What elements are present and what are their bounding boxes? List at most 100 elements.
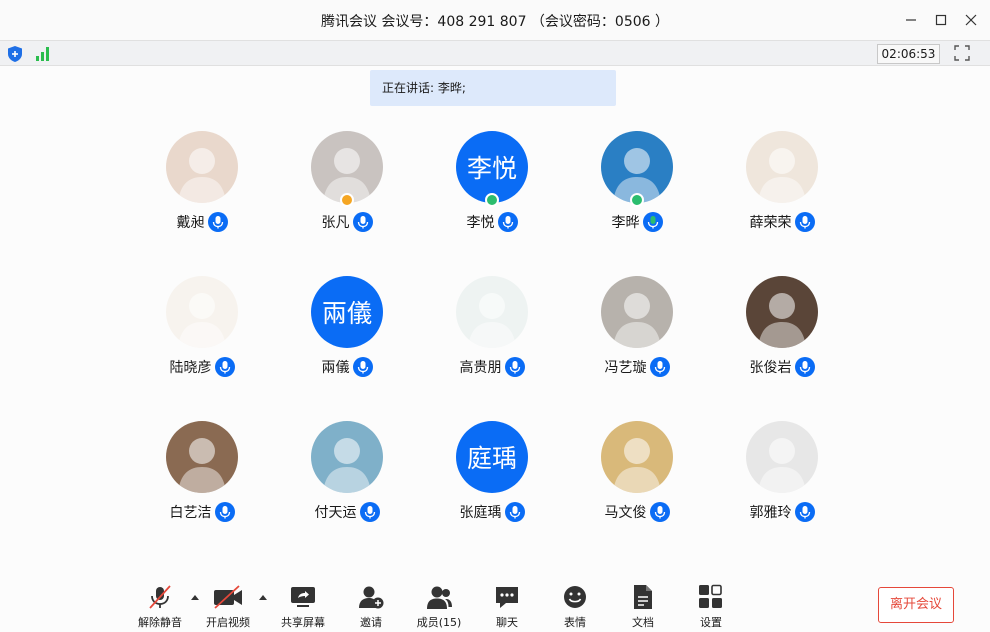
avatar: 兩儀 [311, 276, 383, 348]
person-silhouette-icon [178, 438, 226, 493]
role-badge [630, 193, 644, 207]
person-silhouette-icon [468, 293, 516, 348]
unmute-button[interactable]: 解除静音 [128, 582, 192, 632]
network-signal-button[interactable] [34, 45, 52, 67]
title-bar: 腾讯会议 会议号：408 291 807 （会议密码：0506 ） [0, 0, 990, 40]
active-speaker-banner: 正在讲话: 李晔; [370, 70, 616, 106]
avatar [166, 421, 238, 493]
settings-label: 设置 [700, 616, 722, 629]
microphone-icon [794, 502, 815, 522]
person-silhouette-icon [613, 438, 661, 493]
members-button[interactable]: 成员(15) [407, 582, 471, 632]
shield-icon [8, 46, 22, 62]
maximize-button[interactable] [929, 8, 953, 32]
microphone-icon [794, 212, 815, 232]
participant-name: 马文俊 [604, 505, 647, 521]
avatar [746, 131, 818, 203]
minimize-button[interactable] [899, 8, 923, 32]
window-title: 腾讯会议 会议号：408 291 807 （会议密码：0506 ） [320, 14, 670, 30]
documents-button[interactable]: 文档 [611, 582, 675, 632]
participant-tile[interactable]: 庭瑀 张庭瑀 [422, 421, 562, 539]
participant-name: 冯艺璇 [604, 360, 647, 376]
participant-tile[interactable]: 张凡 [277, 131, 417, 249]
microphone-icon [794, 357, 815, 377]
unmute-label: 解除静音 [138, 616, 182, 629]
video-options-caret-icon[interactable] [258, 593, 268, 603]
minimize-icon [906, 19, 916, 21]
avatar [456, 276, 528, 348]
participant-tile[interactable]: 薛荣荣 [712, 131, 852, 249]
participant-tile[interactable]: 陆晓彦 [132, 276, 272, 394]
participant-name-row: 冯艺璇 [567, 356, 707, 378]
invite-label: 邀请 [360, 616, 382, 629]
person-silhouette-icon [758, 148, 806, 203]
share-screen-button[interactable]: 共享屏幕 [271, 582, 335, 632]
participant-tile[interactable]: 马文俊 [567, 421, 707, 539]
participant-tile[interactable]: 付天运 [277, 421, 417, 539]
chat-bubble-icon [496, 587, 518, 608]
participant-name-row: 陆晓彦 [132, 356, 272, 378]
close-icon [965, 14, 977, 26]
participant-name: 薛荣荣 [749, 215, 792, 231]
close-button[interactable] [959, 8, 983, 32]
participant-tile[interactable]: 冯艺璇 [567, 276, 707, 394]
participant-tile[interactable]: 李悦 李悦 [422, 131, 562, 249]
microphone-muted-icon [149, 585, 171, 609]
start-video-button[interactable]: 开启视频 [196, 582, 260, 632]
role-badge [340, 193, 354, 207]
avatar [746, 421, 818, 493]
camera-off-icon [214, 585, 242, 609]
microphone-icon [504, 357, 525, 377]
avatar [601, 421, 673, 493]
microphone-icon [649, 357, 670, 377]
avatar [311, 421, 383, 493]
leave-meeting-button[interactable]: 离开会议 [878, 587, 954, 623]
participant-tile[interactable]: 李晔 [567, 131, 707, 249]
documents-label: 文档 [632, 616, 654, 629]
status-bar: 02:06:53 [0, 40, 990, 66]
security-shield-button[interactable] [6, 45, 24, 67]
microphone-icon [352, 357, 373, 377]
participant-name: 付天运 [314, 505, 357, 521]
smiley-icon [564, 586, 586, 608]
participant-name-row: 郭雅玲 [712, 501, 852, 523]
person-silhouette-icon [323, 438, 371, 493]
fullscreen-icon [954, 45, 970, 61]
avatar [601, 276, 673, 348]
participant-name: 郭雅玲 [749, 505, 792, 521]
person-silhouette-icon [758, 293, 806, 348]
reactions-button[interactable]: 表情 [543, 582, 607, 632]
participant-name: 高贵朋 [459, 360, 502, 376]
microphone-active-icon [642, 212, 663, 232]
participant-name-row: 张凡 [277, 211, 417, 233]
participant-tile[interactable]: 白艺洁 [132, 421, 272, 539]
participant-name: 张凡 [321, 215, 350, 231]
participant-tile[interactable]: 高贵朋 [422, 276, 562, 394]
participant-name: 张庭瑀 [459, 505, 502, 521]
participant-name: 李悦 [466, 215, 495, 231]
participant-name-row: 李悦 [422, 211, 562, 233]
participant-name: 李晔 [611, 215, 640, 231]
microphone-icon [504, 502, 525, 522]
participant-name-row: 付天运 [277, 501, 417, 523]
microphone-icon [214, 357, 235, 377]
microphone-icon [649, 502, 670, 522]
microphone-icon [497, 212, 518, 232]
person-silhouette-icon [613, 293, 661, 348]
participant-name-row: 高贵朋 [422, 356, 562, 378]
participant-tile[interactable]: 张俊岩 [712, 276, 852, 394]
fullscreen-button[interactable] [954, 45, 970, 65]
start-video-label: 开启视频 [206, 616, 250, 629]
settings-button[interactable]: 设置 [679, 582, 743, 632]
meeting-timer: 02:06:53 [877, 44, 940, 64]
participant-name-row: 张庭瑀 [422, 501, 562, 523]
invite-button[interactable]: 邀请 [339, 582, 403, 632]
chat-button[interactable]: 聊天 [475, 582, 539, 632]
participant-tile[interactable]: 兩儀 兩儀 [277, 276, 417, 394]
participant-tile[interactable]: 戴昶 [132, 131, 272, 249]
participant-tile[interactable]: 郭雅玲 [712, 421, 852, 539]
participant-name: 白艺洁 [169, 505, 212, 521]
participant-name-row: 张俊岩 [712, 356, 852, 378]
maximize-icon [935, 14, 947, 26]
share-screen-icon [291, 587, 315, 607]
